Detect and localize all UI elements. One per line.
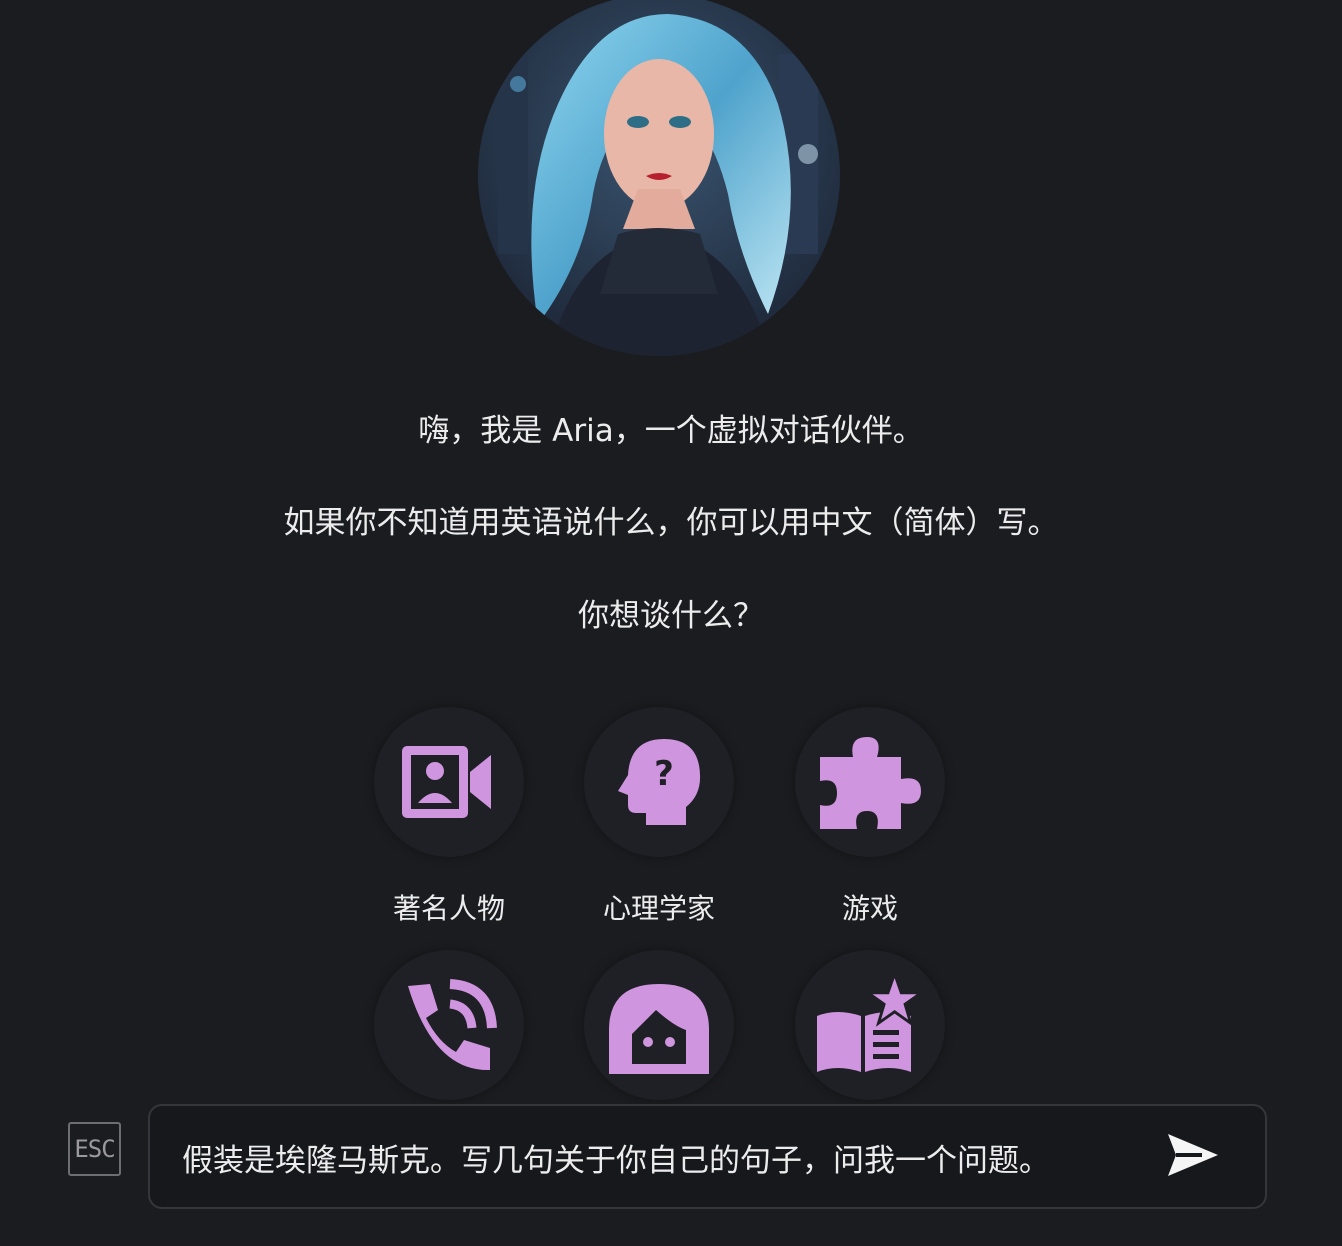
language-hint-text: 如果你不知道用英语说什么，你可以用中文（简体）写。 [283, 505, 1059, 541]
topic-icon-circle [374, 950, 524, 1100]
esc-button[interactable]: ESC [68, 1122, 121, 1176]
message-input[interactable] [180, 1106, 1144, 1209]
message-composer [148, 1104, 1267, 1209]
topic-story[interactable] [760, 950, 980, 1130]
phone-call-icon [408, 979, 497, 1071]
topic-label: 著名人物 [392, 892, 505, 925]
greeting-text: 嗨，我是 Aria，一个虚拟对话伙伴。 [418, 413, 924, 449]
topic-famous-people[interactable]: 著名人物 [339, 707, 559, 927]
topic-girlfriend[interactable] [549, 950, 769, 1130]
avatar [478, 0, 840, 356]
topic-label: 游戏 [841, 892, 898, 925]
prompt-question: 你想谈什么？ [578, 598, 764, 634]
topic-psychologist[interactable]: ? 心理学家 [549, 707, 769, 927]
girl-face-icon [609, 984, 709, 1074]
topic-games[interactable]: 游戏 [760, 707, 980, 927]
story-book-star-icon [817, 970, 925, 1072]
topic-icon-circle [374, 707, 524, 857]
topic-label: 心理学家 [602, 892, 715, 925]
svg-text:?: ? [654, 754, 674, 794]
topic-icon-circle: ? [584, 707, 734, 857]
puzzle-icon [820, 737, 921, 829]
topic-icon-circle [584, 950, 734, 1100]
topic-phone-call[interactable] [339, 950, 559, 1130]
head-question-icon: ? [618, 739, 701, 825]
topic-icon-circle [795, 707, 945, 857]
send-button[interactable] [1166, 1130, 1220, 1180]
contact-video-icon [402, 746, 491, 818]
topic-icon-circle [795, 950, 945, 1100]
send-icon [1168, 1134, 1218, 1176]
